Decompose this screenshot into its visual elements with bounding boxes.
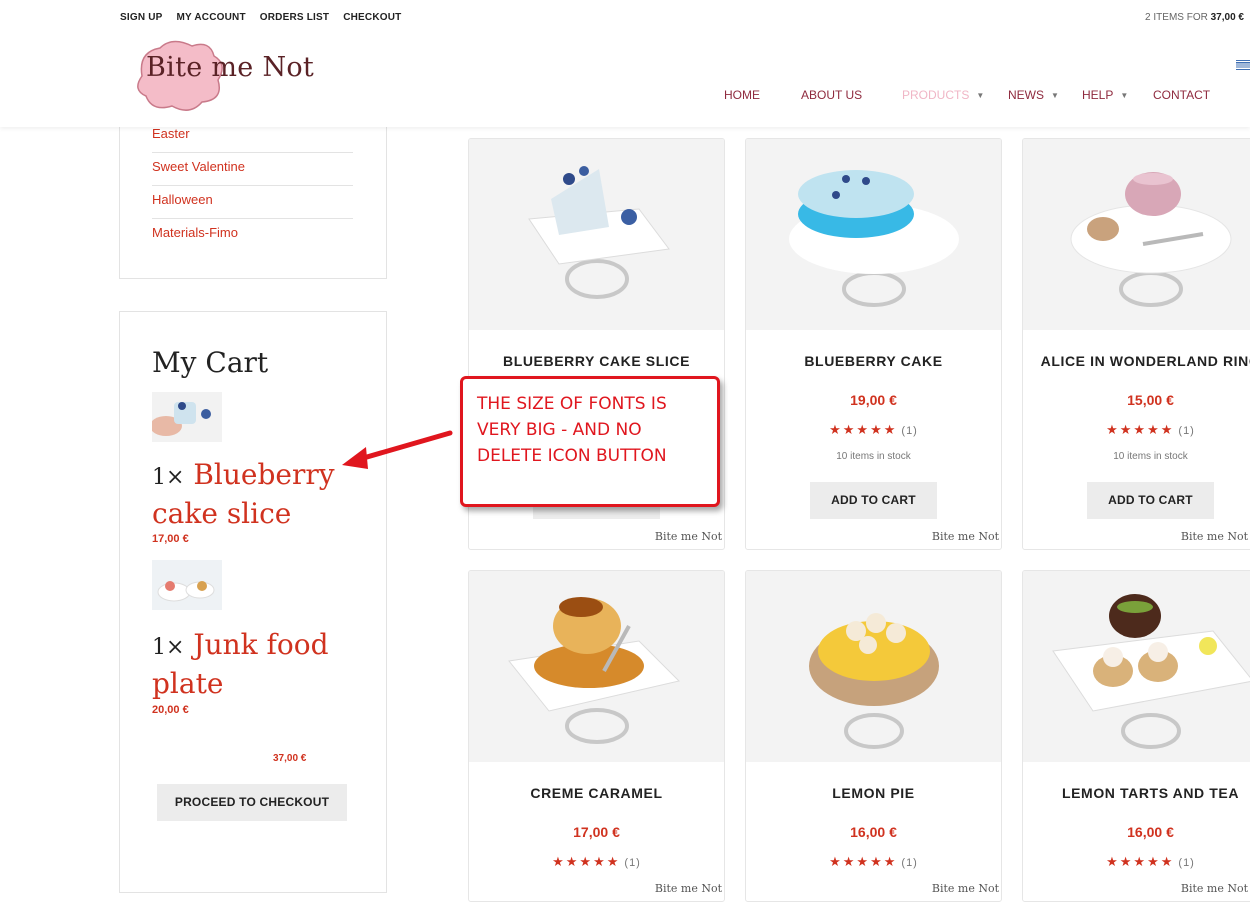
- product-image[interactable]: [746, 571, 1001, 762]
- logo-text: Bite me Not: [146, 52, 315, 83]
- product-card: Bite me Not LEMON PIE 16,00 € ★★★★★ (1): [745, 570, 1002, 902]
- annotation-text: THE SIZE OF FONTS IS VERY BIG - AND NO D…: [477, 394, 667, 466]
- product-stock: 10 items in stock: [1113, 451, 1188, 462]
- product-image[interactable]: [1023, 139, 1250, 330]
- cart-title: My Cart: [152, 346, 269, 379]
- watermark: Bite me Not: [650, 525, 722, 549]
- product-price: 16,00 €: [1127, 824, 1174, 840]
- proceed-to-checkout-button[interactable]: PROCEED TO CHECKOUT: [157, 784, 347, 821]
- product-price: 15,00 €: [1127, 392, 1174, 408]
- rating-stars-icon: ★★★★★: [1106, 854, 1175, 869]
- checkout-link[interactable]: CHECKOUT: [343, 12, 401, 23]
- product-rating: ★★★★★ (1): [1023, 854, 1250, 870]
- rating-stars-icon: ★★★★★: [1106, 422, 1175, 437]
- annotation-arrow-icon: [342, 430, 453, 469]
- rating-count: (1): [1178, 857, 1195, 869]
- product-title[interactable]: BLUEBERRY CAKE SLICE: [469, 353, 724, 369]
- watermark: Bite me Not: [927, 877, 999, 901]
- product-stock: 10 items in stock: [836, 451, 911, 462]
- nav-help[interactable]: HELP ▼: [1082, 88, 1128, 102]
- product-image[interactable]: [1023, 571, 1250, 762]
- product-title[interactable]: LEMON PIE: [746, 785, 1001, 801]
- product-rating: ★★★★★ (1): [746, 854, 1001, 870]
- add-to-cart-button[interactable]: ADD TO CART: [1087, 482, 1214, 519]
- product-image[interactable]: [469, 139, 724, 330]
- category-link-sweet-valentine[interactable]: Sweet Valentine: [152, 154, 353, 186]
- product-title[interactable]: BLUEBERRY CAKE: [746, 353, 1001, 369]
- watermark: Bite me Not: [650, 877, 722, 901]
- nav-help-label: HELP: [1082, 88, 1114, 102]
- nav-home[interactable]: HOME: [724, 88, 760, 102]
- nav-news[interactable]: NEWS ▼: [1008, 88, 1059, 102]
- product-price: 16,00 €: [850, 824, 897, 840]
- product-price: 19,00 €: [850, 392, 897, 408]
- product-rating: ★★★★★ (1): [746, 422, 1001, 438]
- product-card: Bite me Not LEMON TARTS AND TEA 16,00 € …: [1022, 570, 1250, 902]
- product-title[interactable]: LEMON TARTS AND TEA: [1023, 785, 1250, 801]
- nav-about-us[interactable]: ABOUT US: [801, 88, 862, 102]
- product-rating: ★★★★★ (1): [1023, 422, 1250, 438]
- cart-item-price: 20,00 €: [152, 704, 189, 716]
- category-link-materials-fimo[interactable]: Materials-Fimo: [152, 220, 353, 252]
- cart-summary-prefix: 2 ITEMS FOR: [1145, 12, 1208, 23]
- watermark: Bite me Not: [1176, 877, 1248, 901]
- watermark: Bite me Not: [1176, 525, 1248, 549]
- chevron-down-icon: ▼: [976, 91, 985, 100]
- rating-count: (1): [624, 857, 641, 869]
- product-title[interactable]: CREME CARAMEL: [469, 785, 724, 801]
- category-list: Easter Sweet Valentine Halloween Materia…: [152, 121, 353, 253]
- product-card: Bite me Not ALICE IN WONDERLAND RING 15,…: [1022, 138, 1250, 550]
- annotation-callout: THE SIZE OF FONTS IS VERY BIG - AND NO D…: [460, 376, 720, 507]
- language-flag-icon[interactable]: [1236, 60, 1250, 70]
- product-image[interactable]: [746, 139, 1001, 330]
- sign-up-link[interactable]: SIGN UP: [120, 12, 163, 23]
- rating-count: (1): [901, 857, 918, 869]
- nav-contact[interactable]: CONTACT: [1153, 88, 1210, 102]
- cart-total: 37,00 €: [273, 753, 307, 764]
- site-header: SIGN UP MY ACCOUNT ORDERS LIST CHECKOUT …: [0, 0, 1250, 127]
- product-card: Bite me Not BLUEBERRY CAKE 19,00 € ★★★★★…: [745, 138, 1002, 550]
- product-title[interactable]: ALICE IN WONDERLAND RING: [1023, 353, 1250, 369]
- cart-item-thumbnail[interactable]: [152, 392, 222, 442]
- chevron-down-icon: ▼: [1051, 91, 1059, 100]
- rating-count: (1): [901, 425, 918, 437]
- cart-item-name[interactable]: 1× Junk food plate: [152, 627, 382, 702]
- category-link-halloween[interactable]: Halloween: [152, 187, 353, 219]
- orders-list-link[interactable]: ORDERS LIST: [260, 12, 329, 23]
- cart-item-qty: 1×: [152, 635, 185, 660]
- product-image[interactable]: [469, 571, 724, 762]
- watermark: Bite me Not: [927, 525, 999, 549]
- rating-count: (1): [1178, 425, 1195, 437]
- cart-summary-total: 37,00 €: [1210, 12, 1244, 23]
- rating-stars-icon: ★★★★★: [552, 854, 621, 869]
- nav-products[interactable]: PRODUCTS ▼: [902, 88, 984, 102]
- chevron-down-icon: ▼: [1120, 91, 1129, 100]
- product-card: Bite me Not CREME CARAMEL 17,00 € ★★★★★(…: [468, 570, 725, 902]
- product-rating: ★★★★★ (1): [469, 854, 724, 870]
- cart-item-thumbnail[interactable]: [152, 560, 222, 610]
- nav-products-label: PRODUCTS: [902, 88, 970, 102]
- rating-stars-icon: ★★★★★: [829, 854, 898, 869]
- top-links: SIGN UP MY ACCOUNT ORDERS LIST CHECKOUT: [120, 12, 401, 23]
- rating-stars-icon: ★★★★★: [829, 422, 898, 437]
- product-price: 17,00 €: [573, 824, 620, 840]
- cart-item-qty: 1×: [152, 465, 185, 490]
- add-to-cart-button[interactable]: ADD TO CART: [810, 482, 937, 519]
- cart-item-price: 17,00 €: [152, 533, 189, 545]
- my-account-link[interactable]: MY ACCOUNT: [177, 12, 246, 23]
- header-cart-summary[interactable]: 2 ITEMS FOR 37,00 €: [1145, 12, 1244, 23]
- nav-news-label: NEWS: [1008, 88, 1044, 102]
- mini-cart-widget: My Cart 1× Blueberry cake slice 17,00 € …: [119, 311, 387, 893]
